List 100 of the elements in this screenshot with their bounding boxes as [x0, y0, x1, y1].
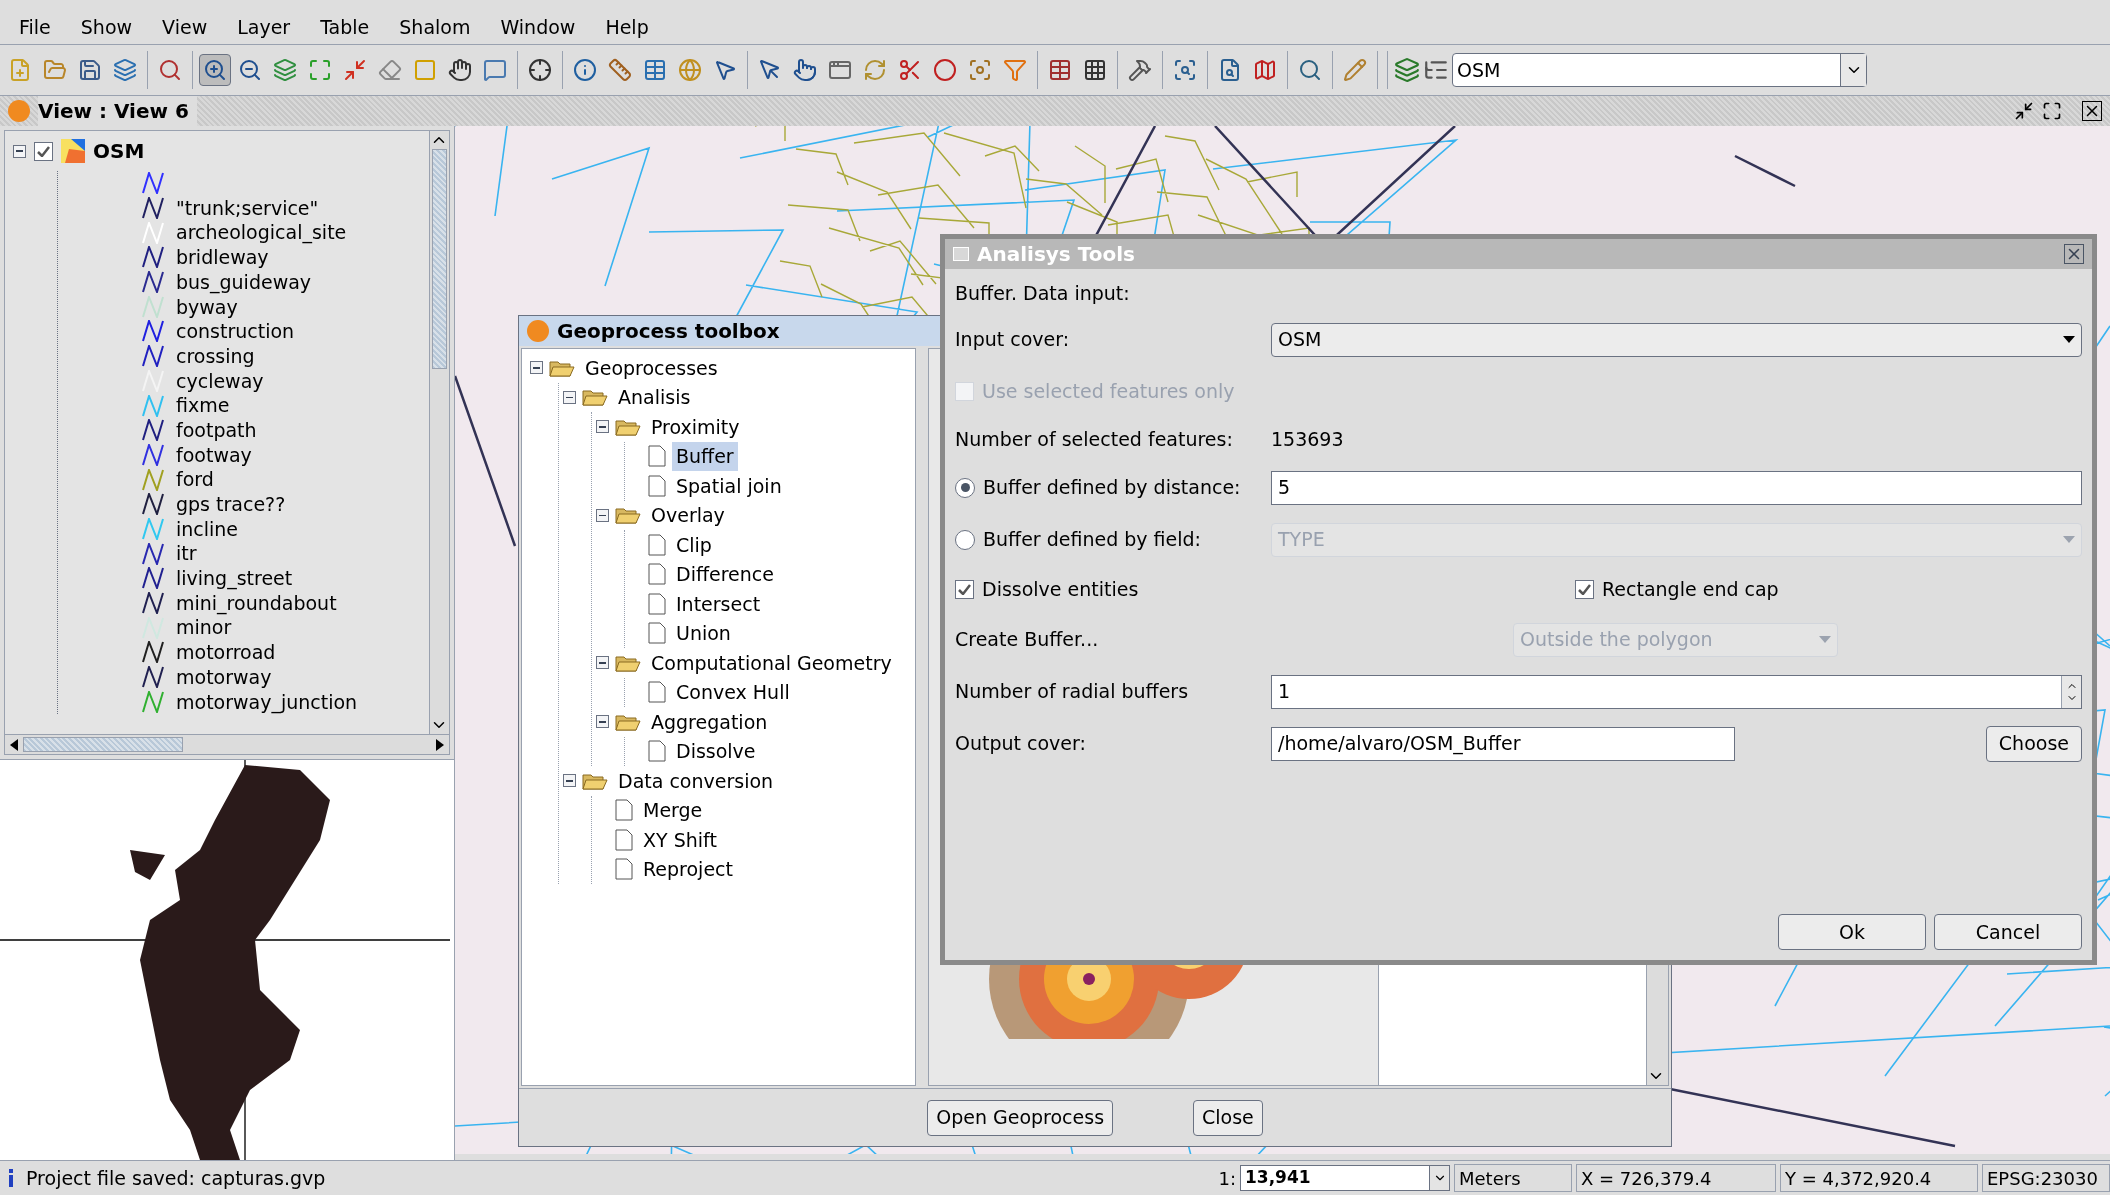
left-arrow-icon[interactable]	[10, 738, 18, 751]
document-icon	[648, 474, 666, 497]
tree-item[interactable]: Data conversion	[614, 766, 778, 795]
minimize-icon[interactable]	[2014, 101, 2034, 121]
legend-label: mini_roundabout	[176, 590, 337, 617]
checkbox[interactable]	[34, 141, 53, 161]
layers-icon[interactable]	[1394, 57, 1420, 83]
horizontal-scrollbar[interactable]	[5, 734, 449, 754]
dialog-button[interactable]: Cancel	[1934, 914, 2082, 950]
menu-item[interactable]: File	[4, 12, 66, 42]
collapse-toggle-icon[interactable]	[563, 390, 576, 404]
legend-label: bridleway	[176, 245, 269, 271]
collapse-toggle-icon[interactable]	[530, 361, 543, 375]
tree-item[interactable]: Difference	[672, 560, 778, 589]
scale-label: 1:	[1218, 1166, 1236, 1191]
tree-item[interactable]: Convex Hull	[672, 678, 794, 707]
legend-label: crossing	[176, 343, 255, 369]
status-field: EPSG:23030	[1982, 1164, 2110, 1192]
tree-item[interactable]: Analisis	[614, 383, 695, 412]
layer-dropdown[interactable]: OSM	[1452, 53, 1867, 87]
collapse-toggle-icon[interactable]	[596, 420, 609, 434]
document-icon	[648, 681, 666, 704]
app-logo-icon	[527, 320, 549, 342]
dialog-button[interactable]: Close	[1193, 1099, 1263, 1136]
legend-label: incline	[176, 516, 239, 542]
tree-item[interactable]: Clip	[672, 530, 716, 559]
tree-item[interactable]: Buffer	[672, 442, 738, 471]
dialog-title: Analisys Tools	[977, 241, 1135, 268]
legend-label: living_street	[176, 566, 293, 592]
checkbox[interactable]	[1575, 580, 1594, 599]
legend-label: motorway	[176, 664, 272, 690]
collapse-toggle-icon[interactable]	[596, 656, 609, 670]
tree-item[interactable]: Overlay	[647, 501, 729, 530]
menu-item[interactable]: Layer	[222, 12, 306, 42]
right-arrow-icon[interactable]	[436, 738, 444, 751]
layer-type-icon	[61, 139, 85, 163]
radio-label: Buffer defined by field:	[983, 527, 1201, 553]
info-icon	[8, 1169, 14, 1187]
zoom-in-icon[interactable]	[199, 54, 231, 86]
status-field: Meters	[1454, 1164, 1572, 1192]
legend-label: construction	[176, 319, 295, 345]
legend-label: footway	[176, 442, 252, 468]
app-logo-icon	[8, 100, 30, 122]
legend-label: gps trace??	[176, 492, 286, 518]
checkbox[interactable]	[955, 580, 974, 599]
input-field[interactable]: /home/alvaro/OSM_Buffer	[1271, 726, 1735, 761]
tree-item[interactable]: Union	[672, 619, 735, 648]
tree-item[interactable]: Computational Geometry	[647, 648, 896, 677]
menu-item[interactable]: Show	[65, 12, 148, 42]
document-icon	[648, 592, 666, 615]
close-icon[interactable]	[2082, 101, 2102, 121]
menu-item[interactable]: Window	[485, 12, 591, 42]
tree-item[interactable]: Dissolve	[672, 737, 760, 766]
view-title: View : View 6	[38, 96, 197, 126]
field-label: Create Buffer...	[955, 627, 1100, 653]
vertical-scrollbar[interactable]	[429, 131, 449, 734]
menu-item[interactable]: Shalom	[384, 12, 486, 42]
tree-item[interactable]: XY Shift	[639, 825, 721, 854]
maximize-icon[interactable]	[2042, 101, 2062, 121]
status-message: Project file saved: capturas.gvp	[26, 1165, 326, 1191]
dialog-button[interactable]: Open Geoprocess	[927, 1099, 1114, 1136]
legend-label: itr	[176, 541, 197, 567]
dropdown[interactable]: OSM	[1271, 322, 2082, 357]
field-label: Number of selected features:	[955, 427, 1234, 453]
feature-count: 153693	[1271, 427, 1344, 453]
collapse-toggle-icon[interactable]	[563, 774, 576, 788]
choose-button[interactable]: Choose	[1985, 725, 2082, 762]
tree-item[interactable]: Merge	[639, 796, 707, 825]
window-icon	[953, 247, 969, 261]
document-icon	[615, 828, 633, 851]
tree-item[interactable]: Geoprocesses	[581, 353, 722, 382]
dialog-button[interactable]: Ok	[1778, 914, 1926, 950]
collapse-toggle-icon[interactable]	[13, 144, 26, 158]
collapse-toggle-icon[interactable]	[596, 508, 609, 522]
checkbox-label: Rectangle end cap	[1602, 577, 1779, 603]
collapse-toggle-icon[interactable]	[596, 715, 609, 729]
tree-item[interactable]: Aggregation	[647, 707, 772, 736]
document-icon	[648, 622, 666, 645]
folder-icon	[615, 505, 641, 526]
legend-label: footpath	[176, 417, 257, 443]
menu-item[interactable]: Help	[590, 12, 664, 42]
tree-item[interactable]: Proximity	[647, 412, 744, 441]
radio-button[interactable]	[955, 477, 975, 498]
document-icon	[648, 740, 666, 763]
caret-icon	[2063, 336, 2075, 343]
folder-icon	[582, 387, 608, 408]
document-icon	[648, 533, 666, 556]
layer-name[interactable]: OSM	[93, 136, 145, 166]
tree-item[interactable]: Reproject	[639, 855, 737, 884]
input-field[interactable]: 5	[1271, 470, 2082, 505]
menu-item[interactable]: View	[147, 12, 223, 42]
scale-dropdown[interactable]: 13,941	[1240, 1165, 1450, 1191]
field-label: Output cover:	[955, 731, 1087, 757]
status-field: Y = 4,372,920.4	[1780, 1164, 1978, 1192]
legend-label: archeological_site	[176, 220, 347, 246]
legend-label: minor	[176, 615, 232, 641]
document-icon	[648, 445, 666, 468]
tree-item[interactable]: Spatial join	[672, 471, 786, 500]
tree-item[interactable]: Intersect	[672, 589, 765, 618]
menu-item[interactable]: Table	[305, 12, 385, 42]
